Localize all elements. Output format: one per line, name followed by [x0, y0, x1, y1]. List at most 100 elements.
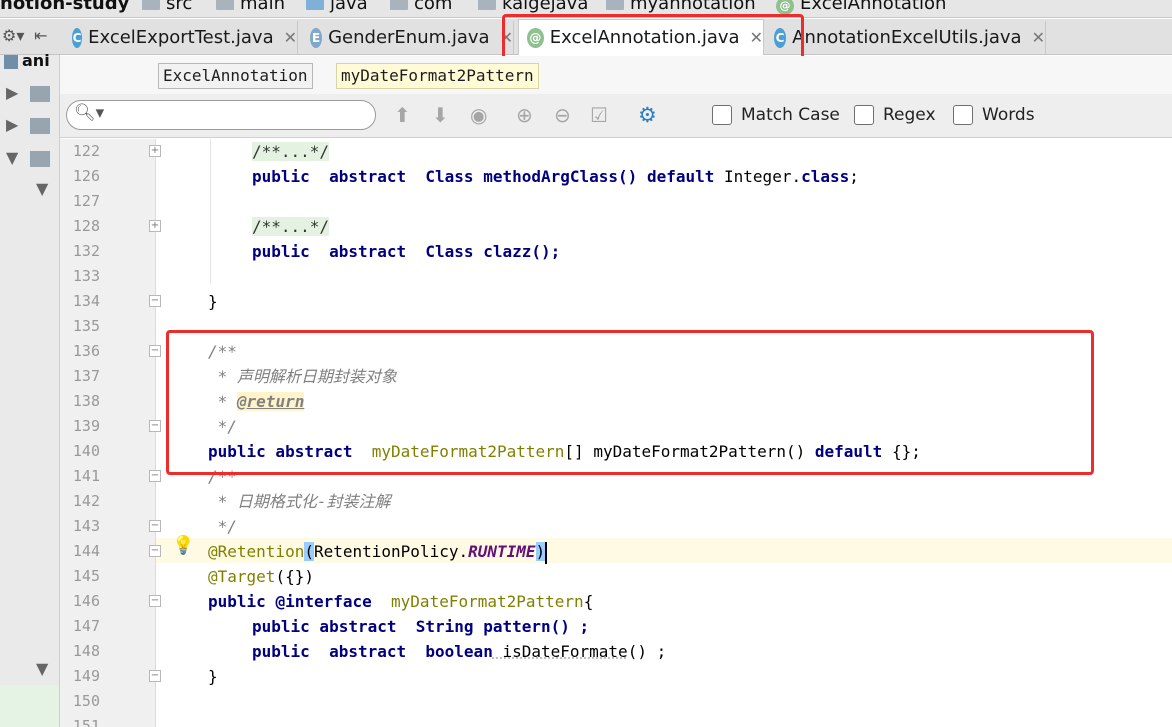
- chevron-down-icon: ▼: [6, 148, 19, 167]
- line-number: 151: [72, 717, 100, 727]
- close-icon[interactable]: ✕: [500, 28, 513, 47]
- close-icon[interactable]: ✕: [284, 28, 297, 47]
- line-number: 137: [72, 367, 100, 385]
- tab-label: GenderEnum.java: [328, 27, 490, 48]
- fold-collapse-icon[interactable]: −: [149, 345, 161, 357]
- line-number: 144: [72, 542, 100, 560]
- crumb-myannotation[interactable]: myannotation: [606, 0, 756, 17]
- fold-collapse-icon[interactable]: −: [149, 295, 161, 307]
- package-icon: [606, 0, 624, 10]
- tree-node[interactable]: ▶: [6, 83, 51, 102]
- crumb-java[interactable]: java: [306, 0, 368, 17]
- arrow-up-icon[interactable]: ⬆: [394, 103, 411, 127]
- tree-node[interactable]: ▶: [6, 115, 51, 134]
- lightbulb-icon[interactable]: 💡: [172, 535, 194, 556]
- code-line-143: */: [208, 517, 237, 536]
- breadcrumb-class[interactable]: ExcelAnnotation: [158, 63, 313, 89]
- fold-expand-icon[interactable]: +: [149, 220, 161, 232]
- code-editor[interactable]: 122 126 127 128 132 133 134 135 136 137 …: [60, 139, 1172, 727]
- tree-node[interactable]: ▼: [6, 148, 51, 167]
- tab-gender-enum[interactable]: E GenderEnum.java ✕: [302, 21, 514, 54]
- line-number: 139: [72, 417, 100, 435]
- code-breadcrumb: ExcelAnnotation myDateFormat2Pattern: [60, 56, 1172, 94]
- project-root[interactable]: ani: [4, 51, 50, 70]
- crumb-src[interactable]: src: [142, 0, 192, 17]
- tab-annotation-excel-utils[interactable]: C AnnotationExcelUtils.java ✕: [766, 21, 1046, 54]
- close-icon[interactable]: ✕: [750, 28, 763, 47]
- code-line-132: public abstract Class clazz();: [252, 242, 561, 261]
- enum-icon: E: [310, 27, 323, 48]
- code-line-122: /**...*/: [252, 139, 330, 164]
- crumb-main[interactable]: main: [216, 0, 285, 17]
- fold-collapse-icon[interactable]: −: [149, 420, 161, 432]
- folder-icon: [30, 117, 51, 134]
- gear-icon[interactable]: ⚙: [638, 103, 657, 127]
- remove-occurrence-icon[interactable]: ⊖: [554, 103, 571, 127]
- folder-icon: [30, 85, 51, 102]
- line-number: 135: [72, 317, 100, 335]
- crumb-com[interactable]: com: [390, 0, 452, 17]
- checkbox-box[interactable]: [712, 105, 732, 125]
- chevron-right-icon: ▶: [6, 115, 19, 134]
- settings-icon[interactable]: ⚙▾: [2, 26, 24, 45]
- text-caret: [545, 541, 548, 564]
- code-line-142: * 日期格式化-封装注解: [208, 492, 391, 511]
- crumb-kaigejava[interactable]: kaigejava: [478, 0, 588, 17]
- arrow-down-icon[interactable]: ⬇: [432, 103, 449, 127]
- regex-checkbox[interactable]: Regex: [854, 105, 936, 125]
- fold-collapse-icon[interactable]: −: [149, 520, 161, 532]
- folded-comment[interactable]: /**...*/: [252, 217, 330, 236]
- line-number: 147: [72, 617, 100, 635]
- crumb-project[interactable]: notion-study: [0, 0, 129, 17]
- tab-excel-export-test[interactable]: C ExcelExportTest.java ✕: [64, 21, 298, 54]
- line-number: 150: [72, 692, 100, 710]
- code-line-134: }: [208, 292, 218, 311]
- indent-guide: [210, 139, 211, 284]
- fold-expand-icon[interactable]: +: [149, 145, 161, 157]
- fold-collapse-icon[interactable]: −: [149, 670, 161, 682]
- find-all-icon[interactable]: ◉: [470, 103, 487, 127]
- folder-icon: [306, 0, 324, 10]
- breadcrumb-member[interactable]: myDateFormat2Pattern: [336, 63, 539, 89]
- crumb-excelannotation[interactable]: @ ExcelAnnotation: [776, 0, 946, 17]
- tab-label: AnnotationExcelUtils.java: [792, 27, 1022, 48]
- fold-collapse-icon[interactable]: −: [149, 545, 161, 557]
- code-line-145: @Target({}): [208, 567, 314, 586]
- words-checkbox[interactable]: Words: [953, 105, 1035, 125]
- annotation-icon: @: [527, 27, 544, 48]
- tree-node[interactable]: ▼: [36, 659, 48, 678]
- line-number: 136: [72, 342, 100, 360]
- add-occurrence-icon[interactable]: ⊕: [516, 103, 533, 127]
- match-case-checkbox[interactable]: Match Case: [712, 105, 840, 125]
- chevron-right-icon: ▶: [6, 83, 19, 102]
- line-number: 133: [72, 267, 100, 285]
- line-number: 127: [72, 192, 100, 210]
- tab-excel-annotation[interactable]: @ ExcelAnnotation.java ✕: [518, 19, 764, 55]
- line-number: 122: [72, 142, 100, 160]
- checkbox-box[interactable]: [854, 105, 874, 125]
- code-line-128: /**...*/: [252, 214, 330, 239]
- line-number: 148: [72, 642, 100, 660]
- checkbox-box[interactable]: [953, 105, 973, 125]
- tree-node[interactable]: ▼: [36, 179, 48, 198]
- folded-comment[interactable]: /**...*/: [252, 142, 330, 161]
- folder-icon: [142, 0, 160, 10]
- class-icon: C: [72, 27, 83, 48]
- chevron-down-icon: ▼: [36, 179, 49, 198]
- select-all-occurrences-icon[interactable]: ☑: [590, 103, 608, 127]
- folder-icon: [30, 150, 51, 167]
- selected-node-bar: [0, 685, 59, 727]
- fold-collapse-icon[interactable]: −: [149, 470, 161, 482]
- search-input[interactable]: [66, 100, 376, 130]
- collapse-panel-icon[interactable]: ⇤: [34, 26, 47, 45]
- editor-gutter: 122 126 127 128 132 133 134 135 136 137 …: [60, 139, 156, 727]
- line-number: 126: [72, 167, 100, 185]
- code-line-148: public abstract boolean isDateFormate() …: [252, 642, 667, 661]
- fold-collapse-icon[interactable]: −: [149, 595, 161, 607]
- close-icon[interactable]: ✕: [1032, 28, 1045, 47]
- package-icon: [478, 0, 496, 10]
- search-icon[interactable]: 🔍︎▾: [74, 103, 104, 123]
- line-number: 145: [72, 567, 100, 585]
- code-line-149: }: [208, 667, 218, 686]
- navigation-bar: notion-study src main java com kaigejava…: [0, 0, 1172, 18]
